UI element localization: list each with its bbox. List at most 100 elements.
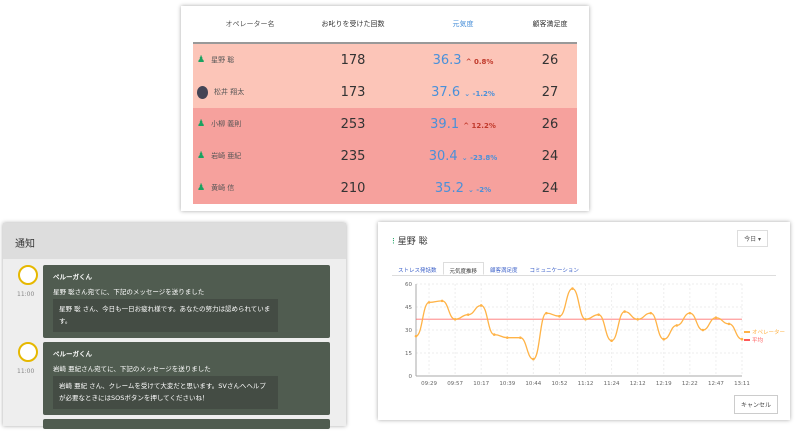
message-time: 11:00	[17, 291, 35, 298]
data-point	[662, 337, 666, 341]
data-point	[688, 311, 692, 315]
y-tick-label: 0	[409, 374, 413, 380]
operator-name[interactable]: 小柳 義則	[211, 119, 241, 129]
data-point	[453, 317, 457, 321]
data-point	[675, 324, 679, 327]
y-tick-label: 60	[405, 282, 412, 288]
header-satisfaction[interactable]: 顧客満足度	[523, 19, 577, 29]
person-icon: ♟	[197, 55, 206, 65]
genki-change: ^ 0.8%	[465, 57, 494, 66]
genki-value: 39.1	[430, 116, 460, 132]
table-header: オペレーター名 お叱りを受けた回数 元気度 顧客満足度	[193, 6, 577, 44]
message-body: 星野 聡 さん、今日も一日お疲れ様です。あなたの努力は認められています。	[53, 299, 278, 333]
scolded-count: 173	[340, 84, 366, 100]
data-point	[623, 310, 626, 313]
notification-message-partial[interactable]	[43, 419, 330, 429]
satisfaction-value: 27	[541, 84, 559, 100]
operator-name[interactable]: 星野 聡	[211, 55, 234, 65]
x-tick-label: 11:12	[578, 381, 594, 387]
operator-cell: ♟ 岩崎 亜紀	[193, 151, 303, 161]
table-row[interactable]: ♟ 星野 聡 178 36.3 ^ 0.8% 26	[193, 44, 577, 76]
notification-message[interactable]: ペルーガくん 星野 聡さん宛てに、下記のメッセージを送りました 星野 聡 さん、…	[43, 265, 330, 339]
person-icon: ♟	[197, 151, 206, 161]
bot-avatar-icon	[18, 265, 38, 285]
genki-change: ^ 12.2%	[463, 121, 496, 130]
genki-value: 35.2	[434, 180, 464, 196]
message-body: 岩崎 亜紀 さん、クレームを受けて大変だと思います。SVさんへヘルプが必要なとき…	[53, 376, 278, 410]
person-icon: ♟	[197, 119, 206, 129]
x-tick-label: 11:24	[604, 381, 620, 387]
operator-name[interactable]: 松井 翔太	[214, 87, 244, 97]
data-point	[519, 336, 522, 339]
message-summary: 星野 聡さん宛てに、下記のメッセージを送りました	[53, 288, 205, 296]
legend-label: 平均	[752, 336, 764, 344]
genki-change: ⌄ -23.8%	[461, 153, 498, 162]
x-tick-label: 12:19	[656, 381, 672, 387]
satisfaction-value: 24	[541, 148, 559, 164]
message-sender: ペルーガくん	[53, 273, 92, 281]
header-name[interactable]: オペレーター名	[193, 19, 303, 29]
notification-panel: 通知 11:00 ペルーガくん 星野 聡さん宛てに、下記のメッセージを送りました…	[3, 223, 346, 429]
data-point	[740, 337, 744, 341]
cancel-button[interactable]: キャンセル	[733, 395, 778, 414]
notification-title: 通知	[3, 223, 346, 259]
data-point	[636, 317, 639, 321]
x-tick-label: 10:17	[473, 381, 489, 387]
x-tick-label: 12:12	[630, 381, 646, 387]
operator-table: オペレーター名 お叱りを受けた回数 元気度 顧客満足度 ♟ 星野 聡 178 36…	[181, 6, 589, 211]
scolded-count: 210	[340, 180, 366, 196]
data-point	[571, 287, 574, 290]
x-tick-label: 09:57	[447, 381, 463, 387]
message-summary: 岩崎 亜紀さん宛てに、下記のメッセージを送りました	[53, 365, 211, 373]
operator-name[interactable]: 黄崎 信	[211, 183, 234, 193]
data-point	[597, 313, 600, 316]
bot-avatar-icon	[18, 342, 38, 362]
table-row[interactable]: ♟ 小柳 義則 253 39.1 ^ 12.2% 26	[193, 108, 577, 140]
table-row[interactable]: ♟ 黄崎 信 210 35.2 ⌄ -2% 24	[193, 172, 577, 204]
x-tick-label: 13:11	[734, 381, 750, 387]
y-tick-label: 15	[405, 351, 412, 357]
table-row[interactable]: ♟ 岩崎 亜紀 235 30.4 ⌄ -23.8% 24	[193, 140, 577, 172]
notification-message[interactable]: ペルーガくん 岩崎 亜紀さん宛てに、下記のメッセージを送りました 岩崎 亜紀 さ…	[43, 342, 330, 416]
person-icon: ♟	[197, 183, 206, 193]
data-point	[479, 304, 483, 307]
operator-cell: ♟ 星野 聡	[193, 55, 303, 65]
legend-label: オペレーター	[752, 328, 785, 336]
x-tick-label: 10:44	[525, 381, 541, 387]
data-point	[440, 299, 444, 303]
data-point	[610, 339, 613, 343]
operator-name[interactable]: 岩崎 亜紀	[211, 151, 241, 161]
data-point	[701, 328, 705, 332]
operator-detail-panel: ⁝ 星野 聡 今日 ▾ ストレス発話数 元気度推移 顧客満足度 コミュニケーション 0…	[378, 222, 790, 420]
operator-line	[415, 287, 743, 360]
scolded-count: 178	[340, 52, 366, 68]
header-scolded[interactable]: お叱りを受けた回数	[303, 19, 403, 29]
data-point	[466, 313, 470, 316]
data-point	[558, 314, 561, 318]
genki-cell: 39.1 ^ 12.2%	[403, 117, 523, 132]
message-sender: ペルーガくん	[53, 350, 92, 358]
header-genki[interactable]: 元気度	[403, 19, 523, 29]
data-point	[649, 311, 653, 315]
x-tick-label: 12:22	[682, 381, 698, 387]
genki-value: 36.3	[432, 52, 462, 68]
satisfaction-value: 24	[541, 180, 559, 196]
genki-line-chart: 0 15 30 45 60 09:29 09:57 10:17 10:39 10:44 10:52 1…	[405, 282, 785, 387]
data-point	[492, 333, 496, 336]
satisfaction-value: 26	[541, 116, 559, 132]
genki-cell: 37.6 ⌄ -1.2%	[403, 85, 523, 100]
genki-cell: 36.3 ^ 0.8%	[403, 53, 523, 68]
data-point	[532, 357, 535, 361]
satisfaction-value: 26	[541, 52, 559, 68]
x-tick-label: 12:47	[708, 381, 724, 387]
table-row[interactable]: 松井 翔太 173 37.6 ⌄ -1.2% 27	[193, 76, 577, 108]
operator-cell: ♟ 小柳 義則	[193, 119, 303, 129]
y-tick-label: 45	[405, 305, 412, 311]
genki-value: 30.4	[428, 148, 458, 164]
data-point	[545, 311, 548, 315]
avatar	[197, 85, 208, 99]
data-point	[714, 316, 718, 320]
data-point	[727, 322, 731, 326]
genki-value: 37.6	[431, 84, 461, 100]
data-point	[584, 317, 587, 321]
